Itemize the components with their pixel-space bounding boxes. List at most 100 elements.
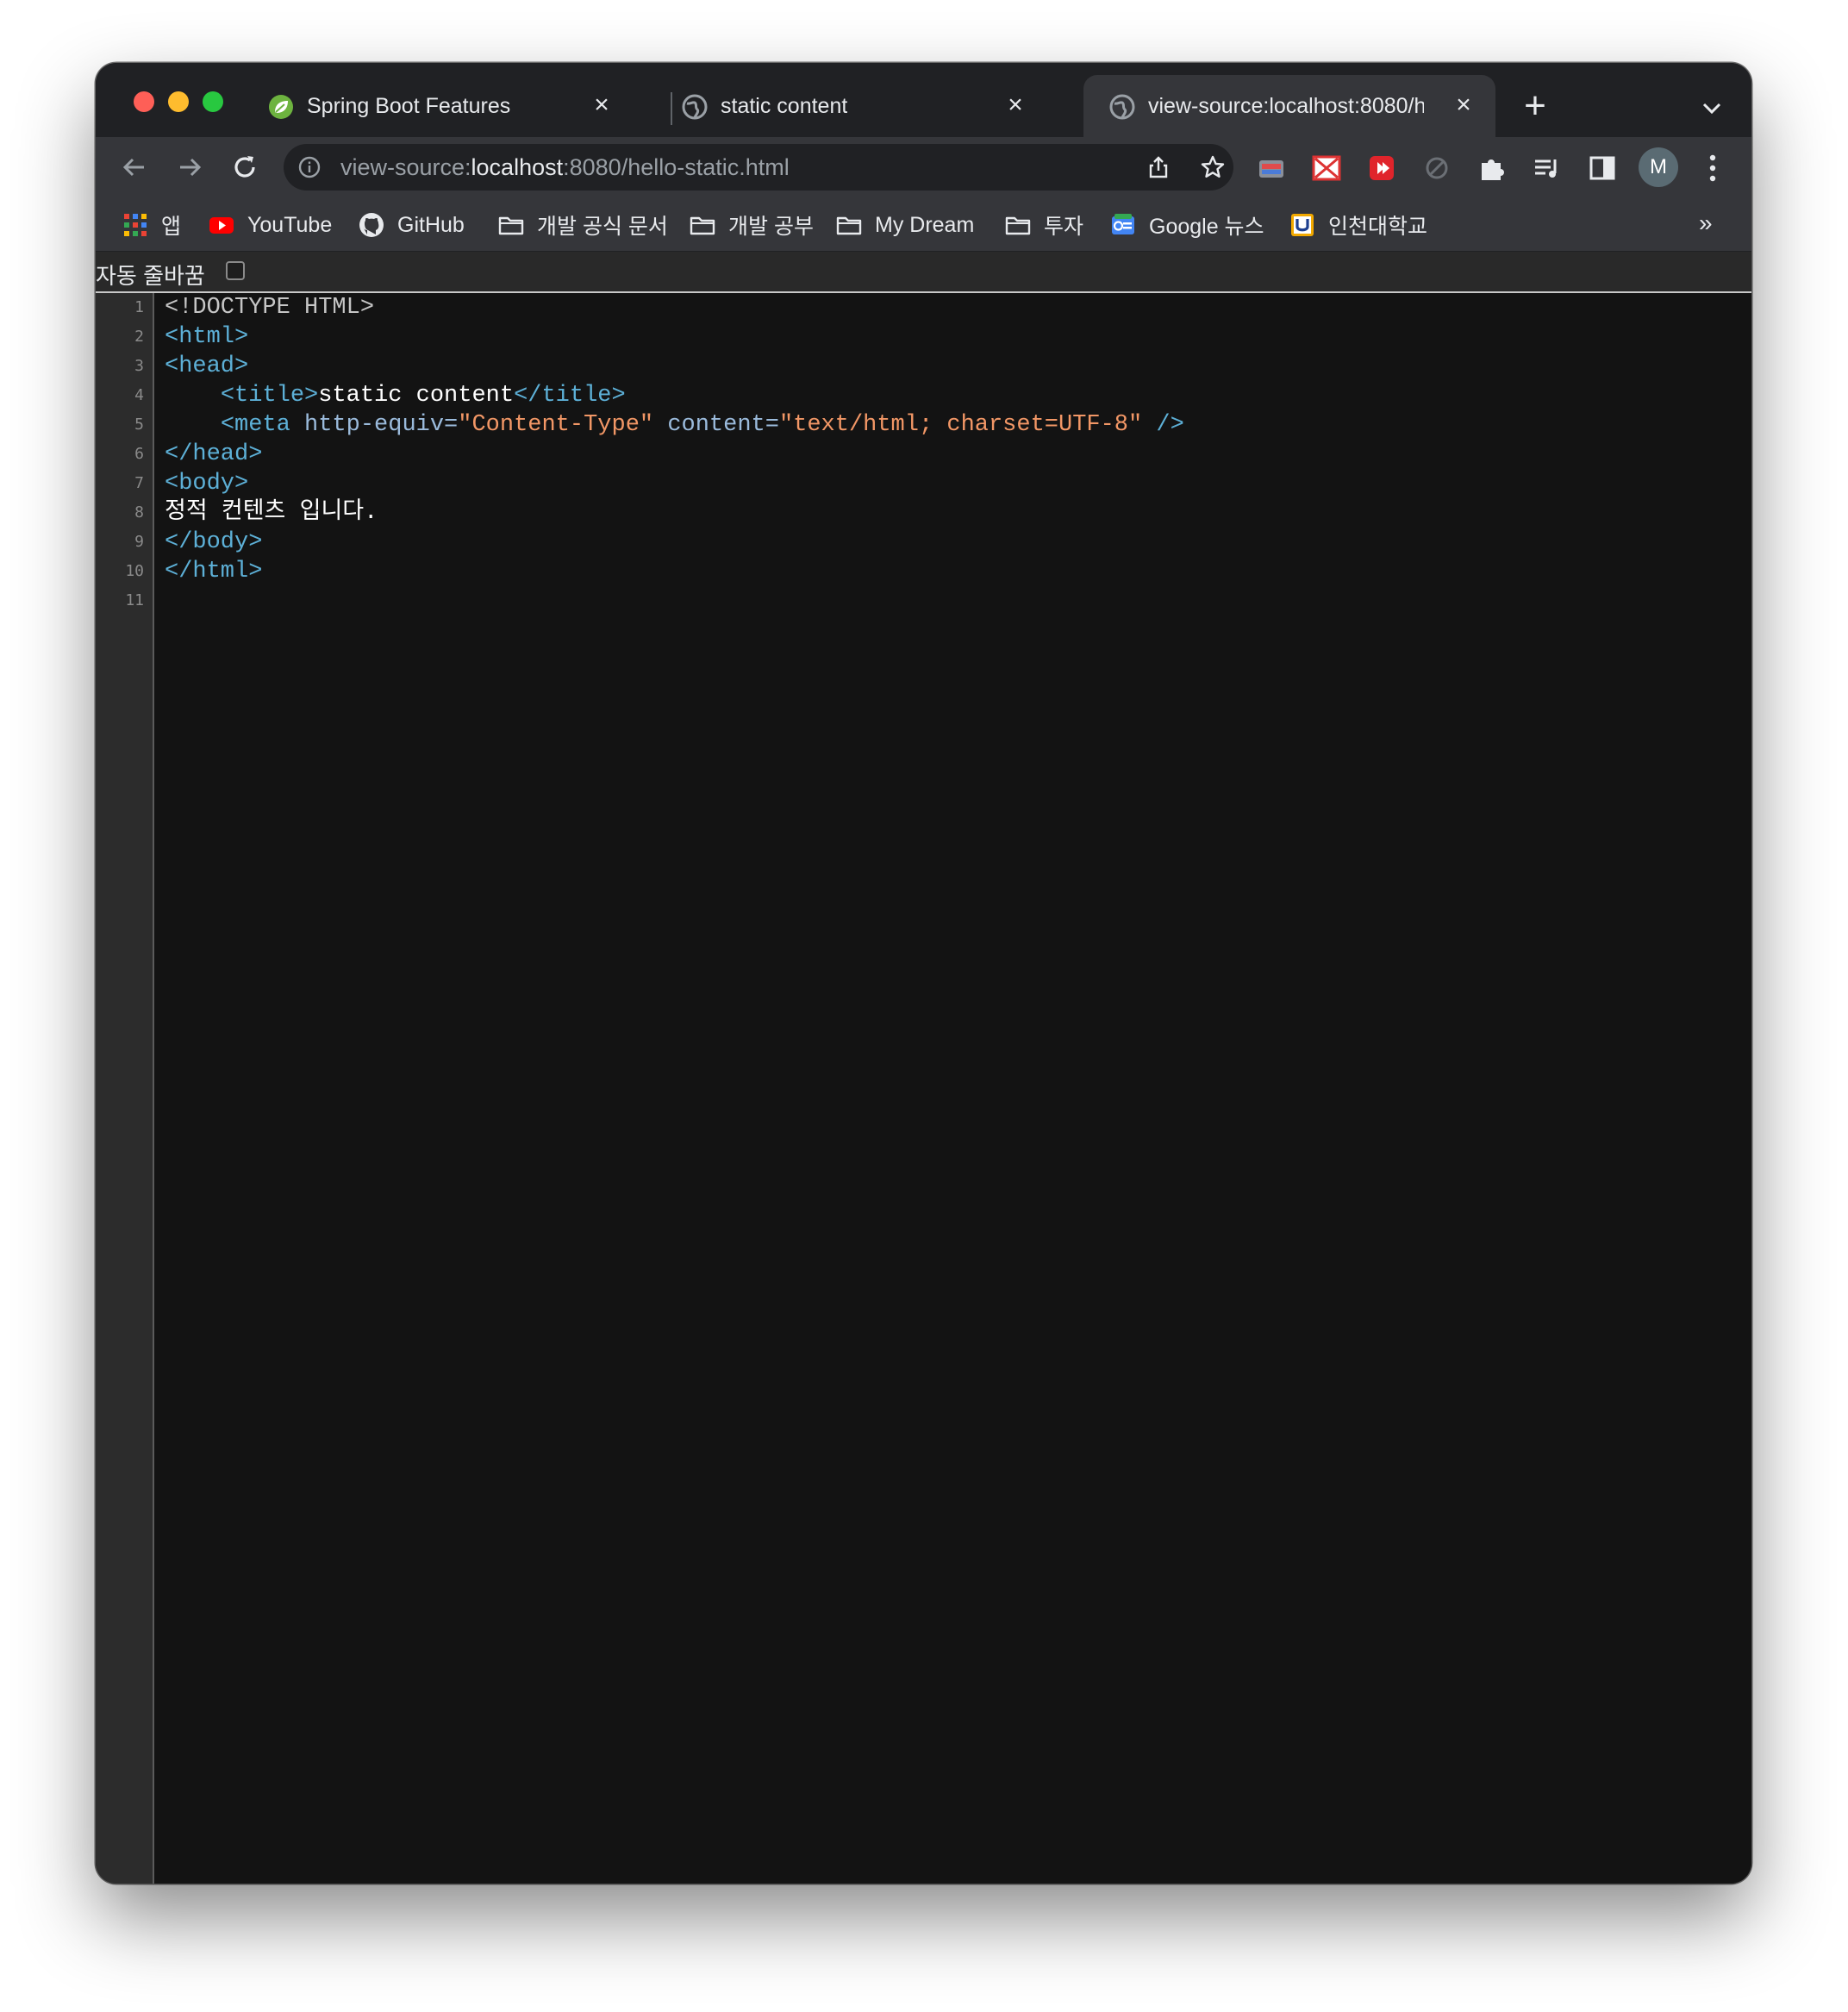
tag-token: </head> — [165, 441, 263, 467]
puzzle-piece-icon[interactable] — [1477, 153, 1508, 184]
tab-title: static content — [721, 94, 848, 118]
value-token: "text/html; charset=UTF-8" — [778, 412, 1143, 438]
chevron-down-icon[interactable] — [1699, 96, 1725, 122]
browser-window: Spring Boot Features × static content × … — [96, 63, 1751, 1884]
close-tab-icon[interactable]: × — [587, 91, 616, 120]
bookmark-label: 투자 — [1044, 215, 1084, 239]
more-menu-icon[interactable] — [1704, 151, 1721, 185]
tag-token: <meta — [220, 412, 290, 438]
side-panel-icon[interactable] — [1587, 153, 1618, 184]
code-line: </html> — [165, 557, 262, 586]
bookmark-label: GitHub — [397, 212, 465, 237]
line-number: 3 — [134, 357, 144, 375]
bookmark-university[interactable]: 인천대학교 — [1289, 209, 1427, 241]
bookmark-github[interactable]: GitHub — [358, 209, 465, 241]
text-token: 정적 컨텐츠 입니다. — [165, 500, 378, 526]
zoom-window-button[interactable] — [203, 91, 223, 112]
bookmark-apps[interactable]: 앱 — [122, 209, 181, 241]
tag-token: <body> — [165, 471, 249, 497]
tab-static-content[interactable]: static content × — [656, 75, 1061, 137]
line-number: 11 — [125, 591, 144, 609]
tag-token: /> — [1156, 412, 1184, 438]
bookmark-label: Google 뉴스 — [1149, 215, 1264, 239]
folder-icon — [836, 216, 862, 235]
tab-view-source[interactable]: view-source:localhost:8080/he × — [1083, 75, 1495, 137]
code-line: <html> — [165, 322, 248, 352]
code-line: 정적 컨텐츠 입니다. — [165, 498, 378, 528]
line-number: 6 — [134, 445, 144, 463]
close-tab-icon[interactable]: × — [1449, 91, 1478, 120]
code-line: </body> — [165, 528, 262, 557]
line-number-gutter: 1 2 3 4 5 6 7 8 9 10 11 — [96, 293, 154, 1884]
bookmark-folder-invest[interactable]: 투자 — [1004, 209, 1083, 241]
line-wrap-bar: 자동 줄바꿈 — [96, 252, 1751, 293]
tag-token: </html> — [165, 559, 263, 584]
back-arrow-icon[interactable] — [118, 151, 151, 184]
bookmark-folder-study[interactable]: 개발 공부 — [689, 209, 814, 241]
tab-title: view-source:localhost:8080/he — [1148, 94, 1424, 118]
tag-token: <head> — [165, 353, 249, 379]
extension-mail-icon[interactable] — [1311, 153, 1342, 184]
line-number: 2 — [134, 328, 144, 346]
google-news-icon — [1112, 214, 1134, 234]
forward-arrow-icon[interactable] — [173, 151, 206, 184]
close-window-button[interactable] — [134, 91, 154, 112]
extension-flag-icon[interactable] — [1256, 153, 1287, 184]
line-wrap-label: 자동 줄바꿈 — [96, 263, 205, 289]
bookmark-label: 개발 공부 — [728, 215, 814, 239]
line-wrap-checkbox[interactable] — [226, 261, 245, 280]
globe-icon — [682, 94, 708, 120]
tag-token: </title> — [514, 383, 626, 409]
url-scheme: view-source: — [340, 154, 471, 180]
bookmark-star-icon[interactable] — [1199, 153, 1227, 181]
url-text[interactable]: view-source:localhost:8080/hello-static.… — [340, 154, 790, 181]
doctype-token: <!DOCTYPE HTML> — [165, 295, 375, 321]
bookmark-label: 인천대학교 — [1328, 215, 1428, 239]
tab-strip: Spring Boot Features × static content × … — [96, 63, 1751, 137]
url-host: localhost — [471, 154, 564, 180]
globe-icon — [1109, 94, 1135, 120]
attr-token: http-equiv= — [304, 412, 459, 438]
line-number: 9 — [134, 533, 144, 551]
tab-title: Spring Boot Features — [307, 94, 511, 118]
extension-disabled-icon[interactable] — [1421, 153, 1452, 184]
address-bar[interactable]: view-source:localhost:8080/hello-static.… — [284, 144, 1233, 191]
bookmark-google-news[interactable]: Google 뉴스 — [1109, 209, 1264, 241]
value-token: "Content-Type" — [458, 412, 654, 438]
apps-grid-icon — [124, 214, 147, 236]
tag-token: </body> — [165, 529, 263, 555]
code-line: <!DOCTYPE HTML> — [165, 293, 374, 322]
media-queue-icon[interactable] — [1532, 153, 1563, 184]
text-token: static content — [318, 383, 515, 409]
line-number: 10 — [125, 562, 144, 580]
bookmark-label: 개발 공식 문서 — [537, 215, 668, 239]
bookmark-youtube[interactable]: YouTube — [208, 209, 332, 241]
bookmark-folder-my-dream[interactable]: My Dream — [835, 209, 974, 241]
more-bookmarks-chevron-icon[interactable]: » — [1699, 209, 1713, 237]
folder-icon — [1005, 216, 1031, 235]
profile-avatar[interactable]: M — [1639, 147, 1678, 187]
line-number: 4 — [134, 386, 144, 404]
new-tab-button[interactable]: + — [1518, 87, 1552, 125]
code-line: <meta http-equiv="Content-Type" content=… — [165, 410, 1184, 440]
tab-spring-boot-features[interactable]: Spring Boot Features × — [242, 75, 647, 137]
tag-token: <html> — [165, 324, 249, 350]
line-number: 7 — [134, 474, 144, 492]
site-info-icon[interactable] — [297, 155, 322, 179]
line-number: 8 — [134, 503, 144, 522]
folder-icon — [690, 216, 715, 235]
extension-video-icon[interactable] — [1366, 153, 1397, 184]
bookmark-label: My Dream — [875, 212, 975, 237]
spring-leaf-icon — [269, 95, 293, 119]
bookmarks-bar: 앱 YouTube GitHub 개발 공식 문서 개발 공부 My Dream… — [96, 197, 1751, 252]
browser-toolbar: view-source:localhost:8080/hello-static.… — [96, 137, 1751, 197]
reload-icon[interactable] — [228, 151, 261, 184]
line-number: 1 — [134, 298, 144, 316]
close-tab-icon[interactable]: × — [1001, 91, 1030, 120]
share-icon[interactable] — [1146, 154, 1171, 180]
code-line: <body> — [165, 469, 248, 498]
minimize-window-button[interactable] — [168, 91, 189, 112]
bookmark-folder-docs[interactable]: 개발 공식 문서 — [497, 209, 668, 241]
source-code-view: <!DOCTYPE HTML> <html> <head> <title>sta… — [154, 293, 1751, 1884]
code-line: <head> — [165, 352, 248, 381]
